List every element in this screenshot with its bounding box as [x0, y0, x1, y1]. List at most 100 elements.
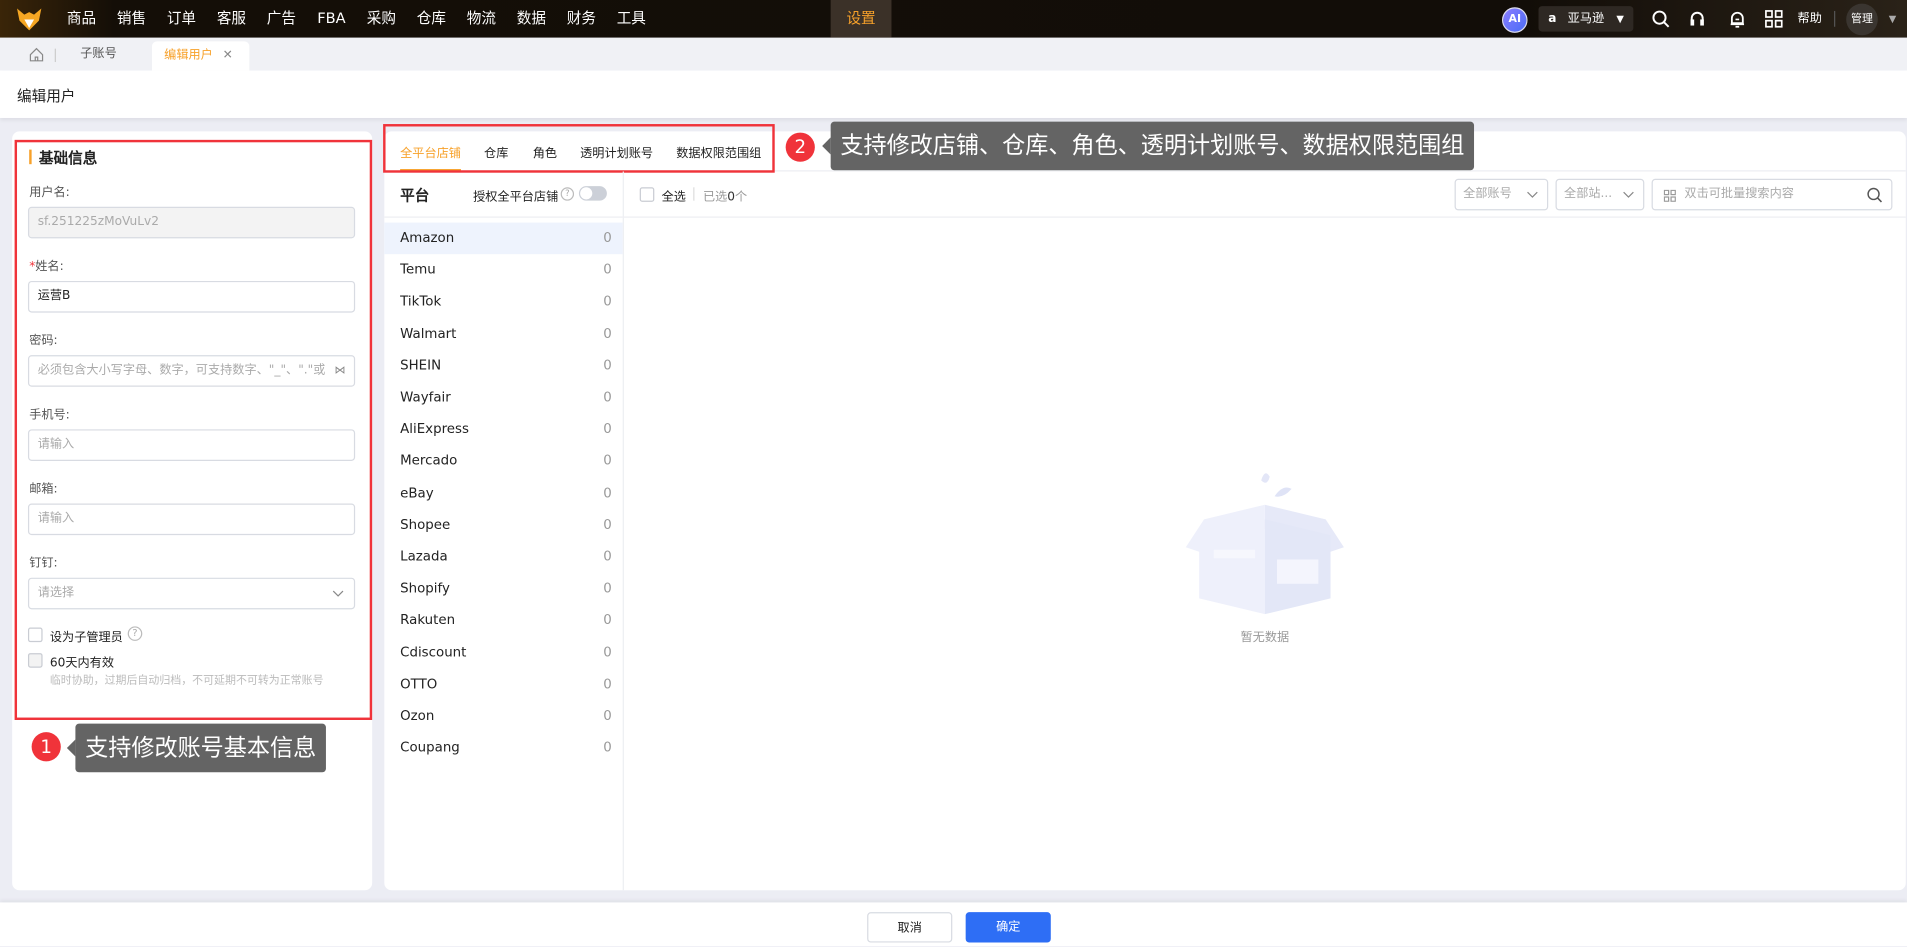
platform-list-item[interactable]: OTTO 0: [384, 669, 622, 701]
platform-name: Mercado: [400, 452, 458, 469]
password-placeholder: 必须包含大小写字母、数字，可支持数字、"_"、"."或"-": [37, 363, 325, 378]
bell-icon[interactable]: [1728, 10, 1746, 28]
platform-list-item[interactable]: Lazada 0: [384, 541, 622, 573]
phone-label: 手机号:: [29, 408, 70, 423]
nav-item[interactable]: 订单: [160, 0, 204, 38]
password-field[interactable]: 必须包含大小写字母、数字，可支持数字、"_"、"."或"-" ⋈: [27, 355, 356, 387]
apps-grid-icon[interactable]: [1765, 10, 1783, 28]
platform-list-item[interactable]: Cdiscount 0: [384, 637, 622, 669]
platform-count: 0: [603, 325, 612, 342]
nav-item[interactable]: 数据: [509, 0, 553, 38]
logo-icon: [17, 8, 42, 31]
platform-header: 平台: [400, 187, 430, 205]
platform-count: 0: [603, 229, 612, 246]
site-filter-select[interactable]: 全部站...: [1555, 178, 1645, 211]
footer-bar: [0, 902, 1907, 947]
sub-admin-checkbox[interactable]: [27, 627, 43, 643]
divider: [54, 48, 56, 63]
confirm-button[interactable]: 确定: [965, 912, 1051, 943]
annotation-callout-2: 支持修改店铺、仓库、角色、透明计划账号、数据权限范围组: [822, 121, 1475, 171]
email-label: 邮箱:: [29, 482, 58, 497]
platform-name: Lazada: [400, 548, 448, 565]
nav-item[interactable]: 销售: [110, 0, 154, 38]
nav-item[interactable]: 财务: [559, 0, 603, 38]
empty-box-illustration: [1185, 473, 1344, 615]
chevron-down-icon: [332, 590, 344, 597]
platform-list-item[interactable]: Rakuten 0: [384, 605, 622, 637]
platform-list-item[interactable]: Walmart 0: [384, 318, 622, 350]
caret-down-icon[interactable]: ▼: [1889, 0, 1896, 38]
caret-down-icon: ▼: [1616, 13, 1624, 25]
platform-name: Walmart: [400, 325, 457, 342]
search-icon[interactable]: [1867, 187, 1883, 203]
nav-item[interactable]: 工具: [609, 0, 653, 38]
select-all-label: 全选: [661, 190, 686, 205]
platform-list-item[interactable]: Shopee 0: [384, 509, 622, 541]
platform-list-item[interactable]: eBay 0: [384, 477, 622, 509]
marketplace-selector[interactable]: a 亚马逊 ▼: [1538, 6, 1634, 32]
search-icon[interactable]: [1652, 10, 1670, 28]
page-header: 编辑用户: [0, 70, 1907, 118]
platform-list-item[interactable]: Ozon 0: [384, 701, 622, 733]
name-field[interactable]: 运营B: [27, 280, 356, 313]
username-field: sf.251225zMoVuLv2: [27, 206, 356, 239]
help-link[interactable]: 帮助: [1798, 0, 1822, 38]
platform-name: Temu: [400, 261, 436, 278]
close-icon[interactable]: ✕: [223, 41, 233, 70]
platform-count: 0: [603, 484, 612, 501]
tab-sub-accounts[interactable]: 子账号: [80, 38, 116, 71]
nav-item[interactable]: 仓库: [409, 0, 453, 38]
nav-item[interactable]: 物流: [459, 0, 503, 38]
platform-count: 0: [603, 389, 612, 405]
name-label-text: 姓名:: [35, 260, 64, 274]
nav-item[interactable]: 商品: [60, 0, 104, 38]
batch-search-input[interactable]: 双击可批量搜索内容: [1651, 178, 1893, 211]
platform-count: 0: [603, 293, 612, 310]
nav-item[interactable]: 客服: [210, 0, 254, 38]
ai-assistant-button[interactable]: AI: [1502, 7, 1528, 33]
platform-list-item[interactable]: TikTok 0: [384, 286, 622, 318]
divider: [384, 216, 623, 218]
platform-list-item[interactable]: Shopify 0: [384, 573, 622, 605]
nav-item[interactable]: 广告: [260, 0, 304, 38]
platform-list-item[interactable]: Temu 0: [384, 254, 622, 286]
authorize-all-label: 授权全平台店铺: [473, 190, 559, 205]
help-icon[interactable]: ?: [560, 187, 575, 201]
nav-item[interactable]: 设置: [830, 0, 892, 38]
temp-valid-checkbox[interactable]: [27, 653, 43, 668]
platform-name: Amazon: [400, 229, 455, 246]
platform-list-item[interactable]: Wayfair 0: [384, 382, 622, 414]
select-all-checkbox[interactable]: [639, 187, 655, 202]
platform-name: OTTO: [400, 675, 438, 692]
account-filter-select[interactable]: 全部账号: [1454, 178, 1549, 211]
platform-list-item[interactable]: Mercado 0: [384, 446, 622, 478]
platform-list-item[interactable]: SHEIN 0: [384, 350, 622, 382]
cancel-button[interactable]: 取消: [867, 912, 953, 943]
authorize-all-toggle[interactable]: [578, 186, 607, 201]
annotation-box-2: [383, 124, 775, 173]
platform-name: Shopee: [400, 516, 451, 533]
name-label: *姓名:: [29, 255, 64, 273]
user-avatar[interactable]: 管理: [1846, 3, 1878, 36]
platform-name: AliExpress: [400, 421, 469, 437]
platform-count: 0: [603, 516, 612, 533]
annotation-badge-1: 1: [31, 732, 61, 762]
dingtalk-select[interactable]: 请选择: [27, 577, 356, 610]
help-icon[interactable]: ?: [127, 626, 143, 641]
eye-closed-icon[interactable]: ⋈: [334, 356, 345, 385]
platform-name: Wayfair: [400, 389, 451, 405]
platform-name: Cdiscount: [400, 644, 467, 660]
phone-field[interactable]: 请输入: [27, 429, 356, 461]
home-icon[interactable]: [29, 47, 44, 62]
chevron-down-icon: [1527, 191, 1538, 198]
email-field[interactable]: 请输入: [27, 503, 356, 536]
nav-item[interactable]: 采购: [360, 0, 404, 38]
platform-name: Rakuten: [400, 612, 456, 629]
headset-icon[interactable]: [1688, 10, 1706, 28]
nav-item[interactable]: FBA: [310, 0, 354, 38]
tab-bar: 子账号 编辑用户 ✕: [0, 37, 1907, 71]
platform-list-item[interactable]: Amazon 0: [384, 222, 623, 255]
tab-edit-user[interactable]: 编辑用户 ✕: [152, 41, 250, 71]
platform-list-item[interactable]: Coupang 0: [384, 732, 622, 764]
platform-list-item[interactable]: AliExpress 0: [384, 414, 622, 446]
